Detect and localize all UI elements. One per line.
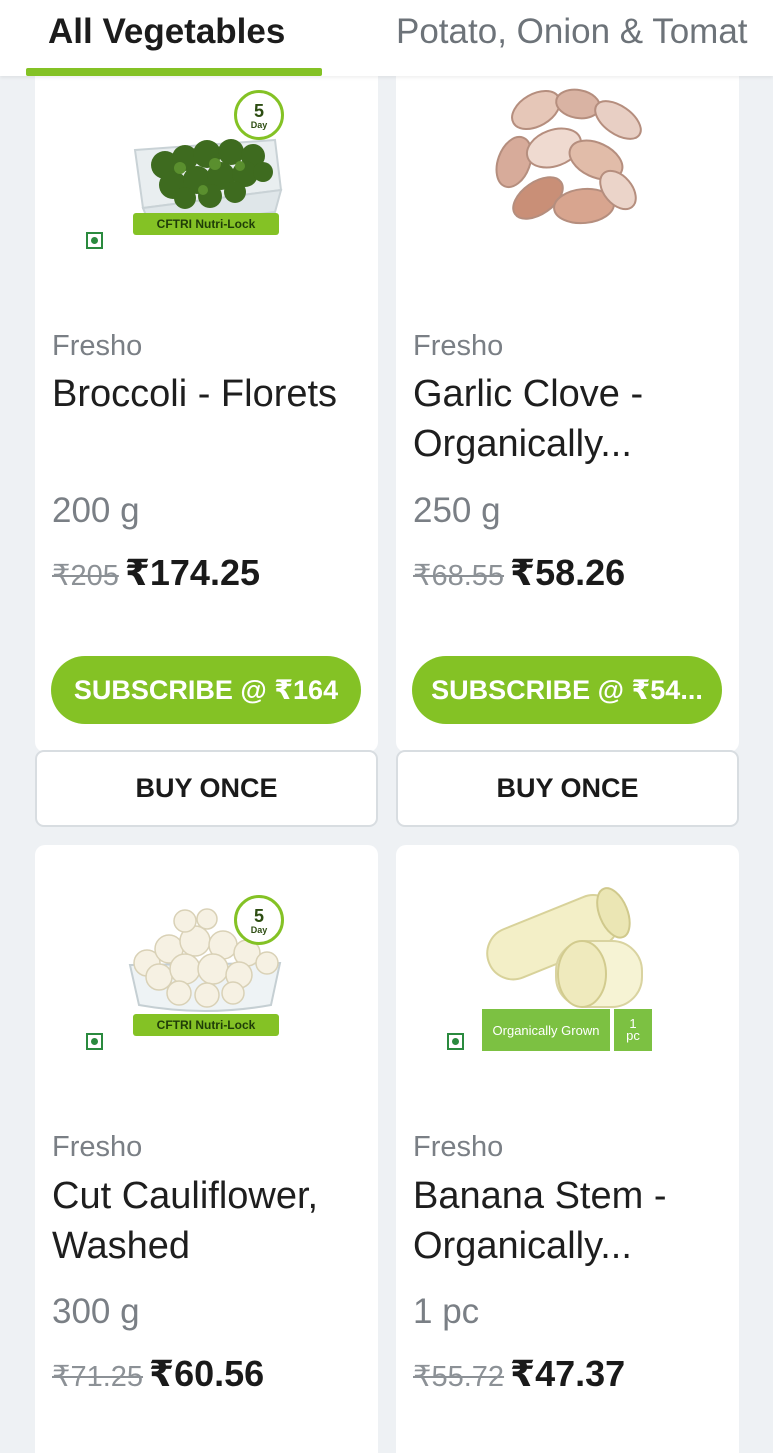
product-image-cauliflower[interactable]: 5 Day CFTRI Nutri-Lock	[35, 845, 378, 1115]
category-tab-bar: All Vegetables Potato, Onion & Tomat	[0, 0, 773, 76]
product-price-row: ₹205 ₹174.25	[52, 552, 260, 594]
product-sale-price: ₹60.56	[149, 1353, 265, 1394]
product-brand: Fresho	[52, 330, 143, 362]
product-sale-price: ₹58.26	[510, 552, 626, 593]
product-sale-price: ₹174.25	[124, 552, 261, 593]
product-mrp: ₹68.55	[413, 560, 505, 592]
product-price-row: ₹68.55 ₹58.26	[413, 552, 625, 594]
shelf-life-badge-icon: 5 Day	[234, 90, 284, 140]
product-listing-page: All Vegetables Potato, Onion & Tomat 5 D…	[0, 0, 773, 1453]
product-card-cauliflower[interactable]: 5 Day CFTRI Nutri-Lock Fresho Cut Caulif…	[35, 845, 378, 1453]
tab-potato-onion-tomato[interactable]: Potato, Onion & Tomat	[396, 12, 748, 52]
shelf-life-badge-icon: 5 Day	[234, 895, 284, 945]
veg-indicator-icon	[86, 1033, 103, 1050]
veg-indicator-icon	[447, 1033, 464, 1050]
banana-stem-image	[486, 887, 643, 1008]
product-mrp: ₹55.72	[413, 1361, 505, 1393]
subscribe-button[interactable]: SUBSCRIBE @ ₹54...	[412, 656, 722, 724]
cftri-nutri-lock-tag: CFTRI Nutri-Lock	[133, 1014, 279, 1036]
product-sale-price: ₹47.37	[510, 1353, 626, 1394]
product-card-banana-stem[interactable]: Organically Grown 1 pc Fresho Banana Ste…	[396, 845, 739, 1453]
product-image-garlic[interactable]	[396, 40, 739, 310]
product-quantity: 200 g	[52, 491, 140, 530]
product-brand: Fresho	[413, 330, 504, 362]
product-card-garlic[interactable]: Fresho Garlic Clove - Organically... 250…	[396, 40, 739, 752]
cauliflower-image	[128, 908, 282, 1012]
organically-grown-tag: Organically Grown	[482, 1009, 610, 1051]
product-mrp: ₹205	[52, 560, 119, 592]
broccoli-image	[133, 138, 283, 230]
product-price-row: ₹55.72 ₹47.37	[413, 1353, 625, 1395]
product-price-row: ₹71.25 ₹60.56	[52, 1353, 264, 1395]
product-name[interactable]: Broccoli - Florets	[52, 369, 372, 419]
product-quantity: 1 pc	[413, 1292, 480, 1331]
product-quantity: 300 g	[52, 1292, 140, 1331]
product-image-broccoli[interactable]: 5 Day CFTRI Nutri-Lock	[35, 40, 378, 310]
product-mrp: ₹71.25	[52, 1361, 144, 1393]
buy-once-button[interactable]: BUY ONCE	[35, 750, 378, 827]
product-name[interactable]: Cut Cauliflower, Washed	[52, 1171, 372, 1271]
cftri-nutri-lock-tag: CFTRI Nutri-Lock	[133, 213, 279, 235]
active-tab-indicator	[26, 68, 322, 76]
product-name[interactable]: Banana Stem - Organically...	[413, 1171, 733, 1271]
product-quantity: 250 g	[413, 491, 501, 530]
product-image-banana-stem[interactable]: Organically Grown 1 pc	[396, 845, 739, 1115]
product-card-broccoli[interactable]: 5 Day CFTRI Nutri-Lock Fresho Broccoli -…	[35, 40, 378, 752]
tab-all-vegetables[interactable]: All Vegetables	[48, 12, 285, 52]
pack-size-tag: 1 pc	[614, 1009, 652, 1051]
veg-indicator-icon	[86, 232, 103, 249]
product-brand: Fresho	[413, 1131, 504, 1163]
subscribe-button[interactable]: SUBSCRIBE @ ₹164	[51, 656, 361, 724]
buy-once-button[interactable]: BUY ONCE	[396, 750, 739, 827]
product-brand: Fresho	[52, 1131, 143, 1163]
garlic-image	[495, 88, 642, 225]
product-name[interactable]: Garlic Clove - Organically...	[413, 369, 733, 469]
